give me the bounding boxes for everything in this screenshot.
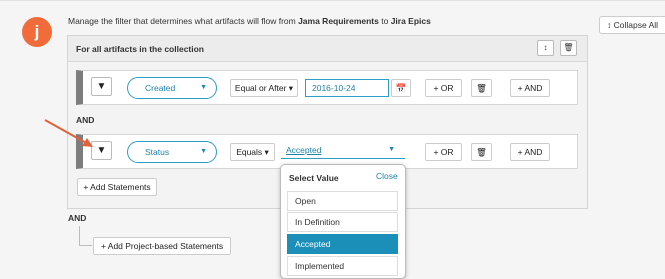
option-open[interactable]: Open — [287, 191, 398, 211]
option-accepted[interactable]: Accepted — [287, 234, 398, 254]
dropdown-title: Select Value — [289, 173, 339, 183]
option-implemented[interactable]: Implemented — [287, 256, 398, 276]
option-in-definition[interactable]: In Definition — [287, 212, 398, 232]
dropdown-close-link[interactable]: Close — [376, 171, 398, 181]
